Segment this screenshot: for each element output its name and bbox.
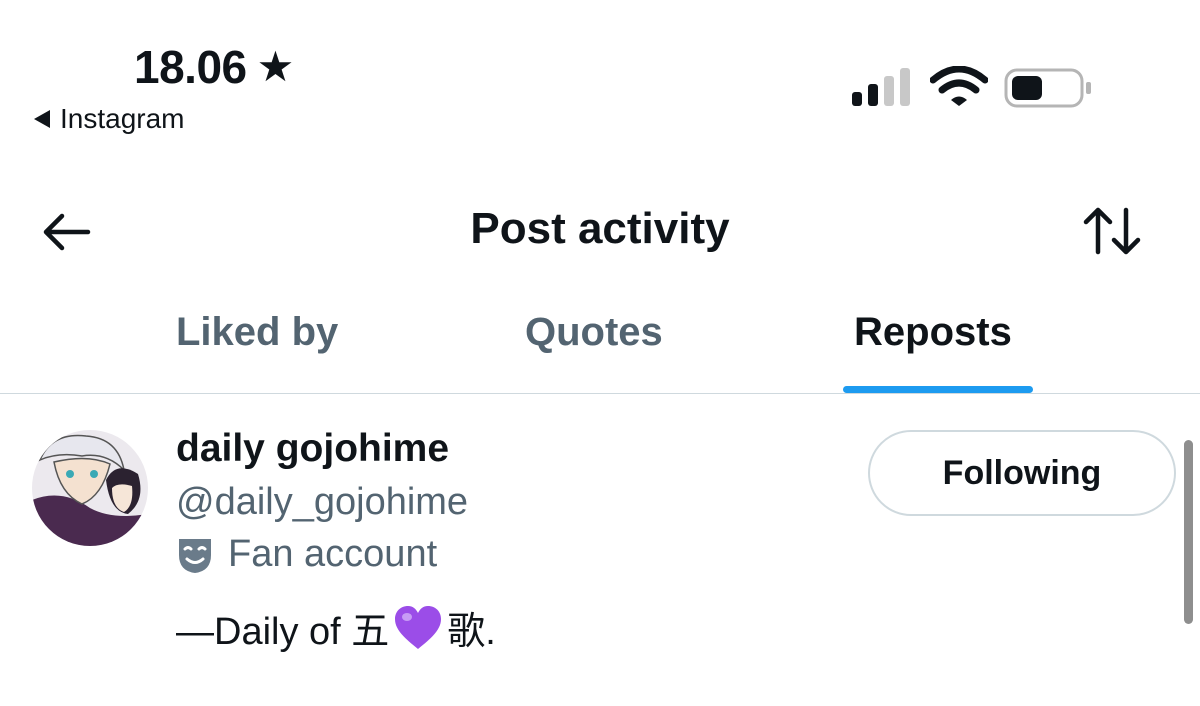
purple-heart-icon — [395, 605, 442, 649]
tab-reposts[interactable]: Reposts — [854, 310, 1012, 355]
back-triangle-icon — [34, 110, 50, 128]
tab-quotes[interactable]: Quotes — [525, 310, 663, 355]
star-icon: ★ — [256, 43, 295, 90]
avatar-illustration — [32, 430, 148, 546]
scrollbar[interactable] — [1184, 440, 1193, 624]
status-time: 18.06 ★ — [134, 40, 294, 94]
back-to-app-link[interactable]: Instagram — [34, 103, 185, 135]
bio-text-start: —Daily of 五 — [176, 611, 390, 653]
sort-icon[interactable] — [1082, 206, 1144, 256]
tab-liked-by[interactable]: Liked by — [176, 310, 338, 355]
cellular-signal-icon — [852, 68, 910, 106]
avatar[interactable] — [32, 430, 148, 546]
fan-account-text: Fan account — [228, 533, 438, 575]
following-button[interactable]: Following — [868, 430, 1176, 516]
activity-tabs: Liked by Quotes Reposts — [0, 300, 1200, 394]
wifi-icon — [930, 66, 988, 106]
user-handle[interactable]: @daily_gojohime — [176, 481, 468, 524]
battery-icon — [1004, 68, 1091, 108]
fan-account-label: Fan account — [176, 533, 437, 576]
page-title: Post activity — [470, 204, 730, 253]
time-label: 18.06 — [134, 41, 247, 93]
back-app-label: Instagram — [60, 103, 185, 134]
active-tab-indicator — [843, 386, 1033, 393]
theater-mask-icon — [179, 538, 211, 573]
user-bio: —Daily of 五 歌. — [176, 600, 496, 655]
bio-text-end: 歌. — [447, 611, 496, 653]
user-display-name[interactable]: daily gojohime — [176, 427, 449, 471]
